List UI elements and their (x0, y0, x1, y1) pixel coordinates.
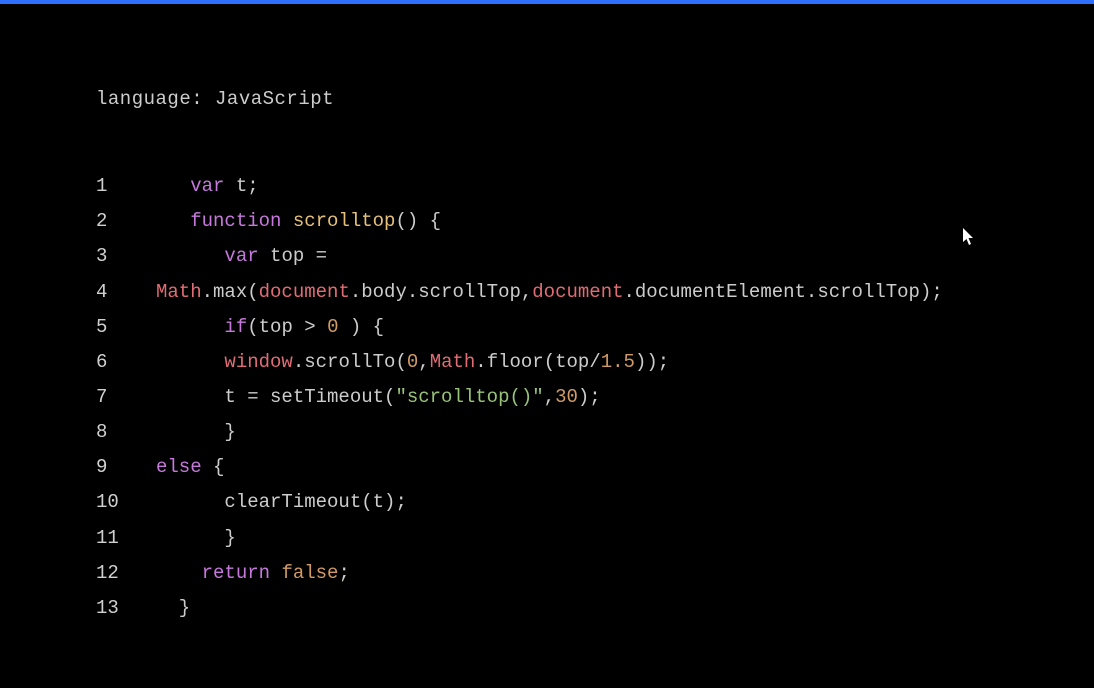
line-number: 6 (96, 345, 156, 380)
code-line[interactable]: 5 if(top > 0 ) { (96, 310, 1094, 345)
code-token (156, 175, 190, 197)
code-text[interactable]: return false; (156, 556, 350, 591)
code-line[interactable]: 13 } (96, 591, 1094, 626)
code-line[interactable]: 9else { (96, 450, 1094, 485)
code-token: .max( (202, 281, 259, 303)
code-line[interactable]: 2 function scrolltop() { (96, 204, 1094, 239)
code-line[interactable]: 10 clearTimeout(t); (96, 485, 1094, 520)
code-token: 30 (555, 386, 578, 408)
line-number: 9 (96, 450, 156, 485)
code-line[interactable]: 11 } (96, 521, 1094, 556)
code-token: Math (156, 281, 202, 303)
code-line[interactable]: 6 window.scrollTo(0,Math.floor(top/1.5))… (96, 345, 1094, 380)
code-line[interactable]: 4Math.max(document.body.scrollTop,docume… (96, 275, 1094, 310)
code-token: t = setTimeout( (156, 386, 395, 408)
code-token (156, 210, 190, 232)
line-number: 12 (96, 556, 156, 591)
code-token: 0 (327, 316, 338, 338)
code-token: .body.scrollTop, (350, 281, 532, 303)
code-token: 0 (407, 351, 418, 373)
code-text[interactable]: var t; (156, 169, 259, 204)
code-line[interactable]: 1 var t; (96, 169, 1094, 204)
code-token (156, 351, 224, 373)
code-token: document (259, 281, 350, 303)
code-line[interactable]: 8 } (96, 415, 1094, 450)
code-token (281, 210, 292, 232)
code-token: document (532, 281, 623, 303)
code-text[interactable]: } (156, 591, 190, 626)
code-token: } (156, 421, 236, 443)
code-token: function (190, 210, 281, 232)
code-text[interactable]: t = setTimeout("scrolltop()",30); (156, 380, 601, 415)
code-token: () { (395, 210, 441, 232)
code-token: } (156, 597, 190, 619)
code-token: ) { (338, 316, 384, 338)
code-token: .scrollTo( (293, 351, 407, 373)
code-token: clearTimeout(t); (156, 491, 407, 513)
code-token: { (202, 456, 225, 478)
code-token: ); (578, 386, 601, 408)
code-text[interactable]: clearTimeout(t); (156, 485, 407, 520)
code-token: } (156, 527, 236, 549)
code-token (270, 562, 281, 584)
code-token: false (281, 562, 338, 584)
code-token: .floor(top/ (475, 351, 600, 373)
line-number: 13 (96, 591, 156, 626)
line-number: 10 (96, 485, 156, 520)
code-text[interactable]: else { (156, 450, 224, 485)
code-token: var (190, 175, 224, 197)
code-token: , (544, 386, 555, 408)
code-block[interactable]: 1 var t;2 function scrolltop() {3 var to… (96, 169, 1094, 626)
code-line[interactable]: 12 return false; (96, 556, 1094, 591)
code-token: , (418, 351, 429, 373)
line-number: 4 (96, 275, 156, 310)
code-text[interactable]: } (156, 415, 236, 450)
code-line[interactable]: 7 t = setTimeout("scrolltop()",30); (96, 380, 1094, 415)
line-number: 1 (96, 169, 156, 204)
line-number: 5 (96, 310, 156, 345)
line-number: 11 (96, 521, 156, 556)
code-token: var (224, 245, 258, 267)
code-text[interactable]: var top = (156, 239, 327, 274)
code-token (156, 316, 224, 338)
line-number: 7 (96, 380, 156, 415)
line-number: 8 (96, 415, 156, 450)
code-token: else (156, 456, 202, 478)
code-token (156, 562, 202, 584)
code-token: scrolltop (293, 210, 396, 232)
code-token: Math (430, 351, 476, 373)
language-label: language: JavaScript (96, 82, 1094, 117)
code-token: (top > (247, 316, 327, 338)
code-token: if (224, 316, 247, 338)
code-token: "scrolltop()" (395, 386, 543, 408)
code-token: t; (224, 175, 258, 197)
line-number: 2 (96, 204, 156, 239)
code-text[interactable]: } (156, 521, 236, 556)
code-text[interactable]: if(top > 0 ) { (156, 310, 384, 345)
code-token (156, 245, 224, 267)
line-number: 3 (96, 239, 156, 274)
code-line[interactable]: 3 var top = (96, 239, 1094, 274)
code-text[interactable]: window.scrollTo(0,Math.floor(top/1.5)); (156, 345, 669, 380)
code-token: 1.5 (601, 351, 635, 373)
code-text[interactable]: Math.max(document.body.scrollTop,documen… (156, 275, 943, 310)
code-token: window (224, 351, 292, 373)
main-content: language: JavaScript 1 var t;2 function … (0, 4, 1094, 626)
code-text[interactable]: function scrolltop() { (156, 204, 441, 239)
code-token: ; (338, 562, 349, 584)
code-token: .documentElement.scrollTop); (624, 281, 943, 303)
code-token: )); (635, 351, 669, 373)
code-token: return (202, 562, 270, 584)
code-token: top = (259, 245, 327, 267)
